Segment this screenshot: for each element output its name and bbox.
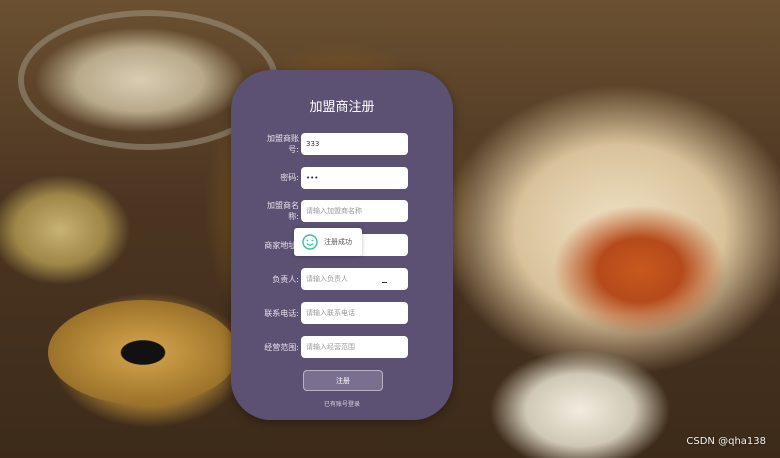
brass-dish-decoration	[48, 300, 238, 405]
business-scope-input[interactable]	[301, 336, 408, 358]
success-toast: 注册成功	[294, 228, 362, 256]
password-label: 密码:	[257, 172, 299, 183]
toast-message: 注册成功	[324, 238, 352, 246]
address-label: 商家地址:	[249, 240, 299, 251]
password-label-line1: 密码:	[280, 173, 299, 182]
franchisee-name-label: 加盟商名 称:	[257, 200, 299, 222]
password-input[interactable]	[301, 167, 408, 189]
phone-label: 联系电话:	[249, 308, 299, 319]
smile-icon	[302, 234, 318, 250]
manager-label: 负责人:	[249, 274, 299, 285]
account-label-line1: 加盟商账	[267, 134, 299, 143]
phone-label-line1: 联系电话:	[264, 309, 299, 318]
account-label: 加盟商账 号:	[257, 133, 299, 155]
register-button[interactable]: 注册	[303, 370, 383, 391]
franchisee-name-input[interactable]	[301, 200, 408, 222]
form-title: 加盟商注册	[309, 100, 375, 115]
phone-input[interactable]	[301, 302, 408, 324]
franchisee-name-label-line2: 称:	[288, 212, 299, 221]
watermark-text: CSDN @qha138	[686, 436, 766, 447]
account-input[interactable]	[301, 133, 408, 155]
login-link[interactable]: 已有账号登录	[231, 399, 453, 408]
business-scope-label-line1: 经营范围:	[264, 343, 299, 352]
manager-label-line1: 负责人:	[272, 275, 299, 284]
business-scope-label: 经营范围:	[249, 342, 299, 353]
account-label-line2: 号:	[288, 145, 299, 154]
franchisee-name-label-line1: 加盟商名	[267, 201, 299, 210]
text-cursor	[382, 282, 387, 283]
address-label-line1: 商家地址:	[264, 241, 299, 250]
manager-input[interactable]	[301, 268, 408, 290]
